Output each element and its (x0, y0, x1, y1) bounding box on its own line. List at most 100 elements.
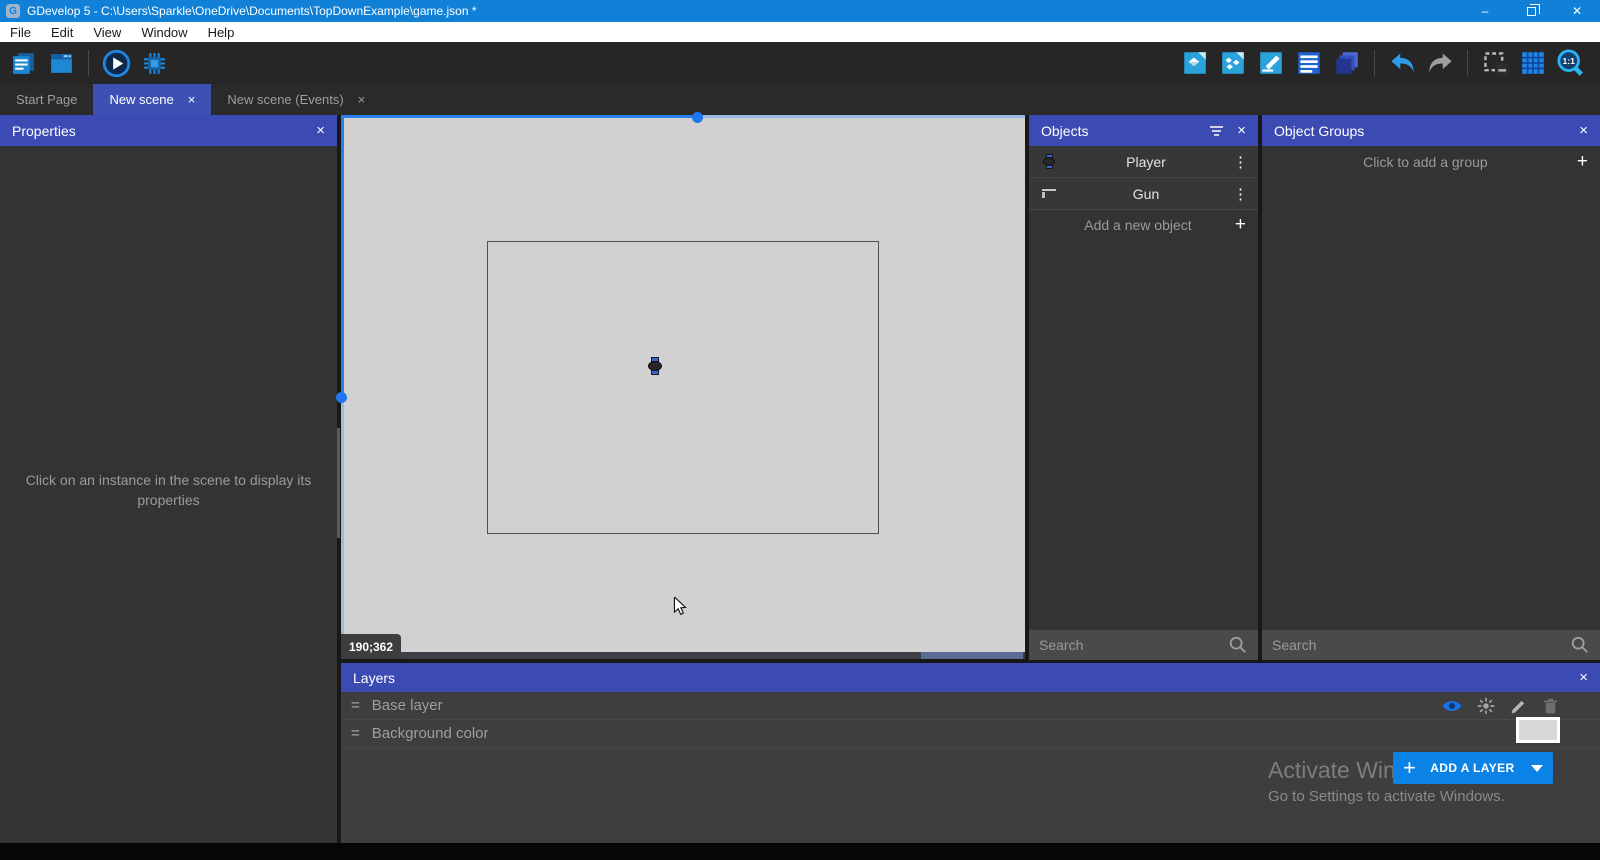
tab-label: Start Page (16, 92, 77, 107)
close-icon[interactable]: × (1579, 122, 1588, 139)
toggle-objects-panel-button[interactable] (1180, 48, 1210, 78)
player-sprite-bottom (651, 370, 659, 375)
project-manager-button[interactable] (8, 48, 38, 78)
resize-handle-top[interactable] (692, 112, 703, 123)
object-row-player[interactable]: Player ⋮ (1029, 146, 1258, 178)
close-tab-icon[interactable]: × (358, 92, 366, 107)
mouse-cursor (672, 597, 688, 622)
chevron-down-icon[interactable] (1531, 765, 1543, 772)
toolbar-separator (1467, 50, 1468, 76)
tab-label: New scene (109, 92, 173, 107)
debugger-button[interactable] (139, 48, 169, 78)
menu-edit[interactable]: Edit (41, 22, 83, 42)
redo-button[interactable] (1425, 48, 1455, 78)
object-groups-search-bar (1262, 630, 1600, 660)
toolbar-separator (88, 50, 89, 76)
player-thumbnail-icon (1039, 154, 1059, 169)
cursor-coordinates-badge: 190;362 (341, 634, 401, 659)
properties-empty-message: Click on an instance in the scene to dis… (20, 470, 317, 511)
menu-file[interactable]: File (0, 22, 41, 42)
toggle-instances-list-button[interactable] (1294, 48, 1324, 78)
vertical-scrollbar[interactable] (337, 428, 340, 538)
object-menu-icon[interactable]: ⋮ (1233, 185, 1248, 203)
watermark-line2: Go to Settings to activate Windows. (1268, 788, 1505, 805)
layer-edit-pencil-icon[interactable] (1509, 697, 1528, 716)
deselect-all-button[interactable] (1480, 48, 1510, 78)
objects-panel-header: Objects × (1029, 115, 1258, 146)
grid-button[interactable] (1518, 48, 1548, 78)
object-row-gun[interactable]: Gun ⋮ (1029, 178, 1258, 210)
window-icon (48, 50, 75, 77)
bottom-strip (0, 843, 1600, 860)
menu-view[interactable]: View (83, 22, 131, 42)
objects-panel-icon (1181, 49, 1209, 77)
tab-new-scene[interactable]: New scene × (93, 84, 211, 115)
minimize-button[interactable]: – (1462, 0, 1508, 22)
scene-window-border-left-faded (341, 397, 344, 659)
resize-handle-left[interactable] (336, 392, 347, 403)
add-a-layer-label: ADD A LAYER (1424, 761, 1521, 775)
deselect-icon (1481, 49, 1510, 78)
close-tab-icon[interactable]: × (188, 92, 196, 107)
scene-window-border-top (341, 115, 697, 118)
layer-row-background-color[interactable]: = Background color (341, 720, 1600, 748)
add-new-object-button[interactable]: Add a new object + (1029, 210, 1258, 240)
object-groups-panel: Object Groups × Click to add a group + (1262, 115, 1600, 660)
horizontal-scrollbar-thumb[interactable] (921, 652, 1023, 659)
menu-window[interactable]: Window (131, 22, 197, 42)
search-icon (1228, 635, 1248, 655)
restore-button[interactable] (1508, 0, 1554, 22)
horizontal-scrollbar[interactable] (341, 652, 1025, 659)
menubar: File Edit View Window Help (0, 22, 1600, 42)
preview-button[interactable] (101, 48, 131, 78)
window-title: GDevelop 5 - C:\Users\Sparkle\OneDrive\D… (27, 4, 477, 18)
menu-help[interactable]: Help (198, 22, 245, 42)
layers-panel-title: Layers (353, 670, 395, 686)
close-button[interactable]: ✕ (1554, 0, 1600, 22)
close-icon[interactable]: × (1579, 669, 1588, 686)
undo-button[interactable] (1387, 48, 1417, 78)
add-new-object-label: Add a new object (1041, 217, 1235, 233)
scene-canvas[interactable]: 190;362 (341, 115, 1025, 659)
debugger-chip-icon (141, 50, 168, 77)
add-group-button[interactable]: Click to add a group + (1262, 146, 1600, 178)
object-groups-panel-header: Object Groups × (1262, 115, 1600, 146)
toggle-layers-panel-button[interactable] (1332, 48, 1362, 78)
toggle-properties-panel-button[interactable] (1256, 48, 1286, 78)
object-name: Player (1059, 154, 1233, 170)
drag-handle-icon[interactable]: = (351, 697, 360, 714)
gdevelop-logo-icon: G (6, 4, 20, 18)
object-groups-search-input[interactable] (1272, 637, 1570, 653)
start-page-button[interactable] (46, 48, 76, 78)
drag-handle-icon[interactable]: = (351, 725, 360, 742)
add-a-layer-button[interactable]: + ADD A LAYER (1393, 752, 1553, 784)
undo-icon (1388, 49, 1417, 78)
filter-icon[interactable] (1210, 124, 1223, 138)
tabbar: Start Page New scene × New scene (Events… (0, 84, 1600, 115)
toolbar: 1:1 (0, 42, 1600, 84)
object-menu-icon[interactable]: ⋮ (1233, 153, 1248, 171)
background-color-swatch[interactable] (1516, 717, 1560, 743)
zoom-1-1-icon: 1:1 (1556, 48, 1586, 78)
objects-panel: Objects × Player ⋮ Gun ⋮ (1029, 115, 1258, 660)
tab-label: New scene (Events) (227, 92, 343, 107)
properties-panel-icon (1257, 49, 1285, 77)
instances-list-icon (1295, 49, 1323, 77)
toolbar-separator (1374, 50, 1375, 76)
layer-delete-trash-icon[interactable] (1541, 697, 1560, 716)
tab-new-scene-events[interactable]: New scene (Events) × (211, 84, 381, 115)
close-icon[interactable]: × (316, 122, 325, 139)
layer-visibility-eye-icon[interactable] (1441, 697, 1463, 715)
zoom-1-1-button[interactable]: 1:1 (1556, 48, 1586, 78)
scene-bounds-rectangle[interactable] (487, 241, 879, 534)
close-icon[interactable]: × (1237, 122, 1246, 139)
player-instance[interactable] (648, 357, 662, 375)
toggle-object-groups-panel-button[interactable] (1218, 48, 1248, 78)
properties-panel: Properties × Click on an instance in the… (0, 115, 337, 843)
layer-effects-icon[interactable] (1476, 696, 1496, 716)
objects-search-input[interactable] (1039, 637, 1228, 653)
layer-row-base[interactable]: = Base layer (341, 692, 1600, 720)
grid-icon (1519, 49, 1547, 77)
search-icon (1570, 635, 1590, 655)
tab-start-page[interactable]: Start Page (0, 84, 93, 115)
